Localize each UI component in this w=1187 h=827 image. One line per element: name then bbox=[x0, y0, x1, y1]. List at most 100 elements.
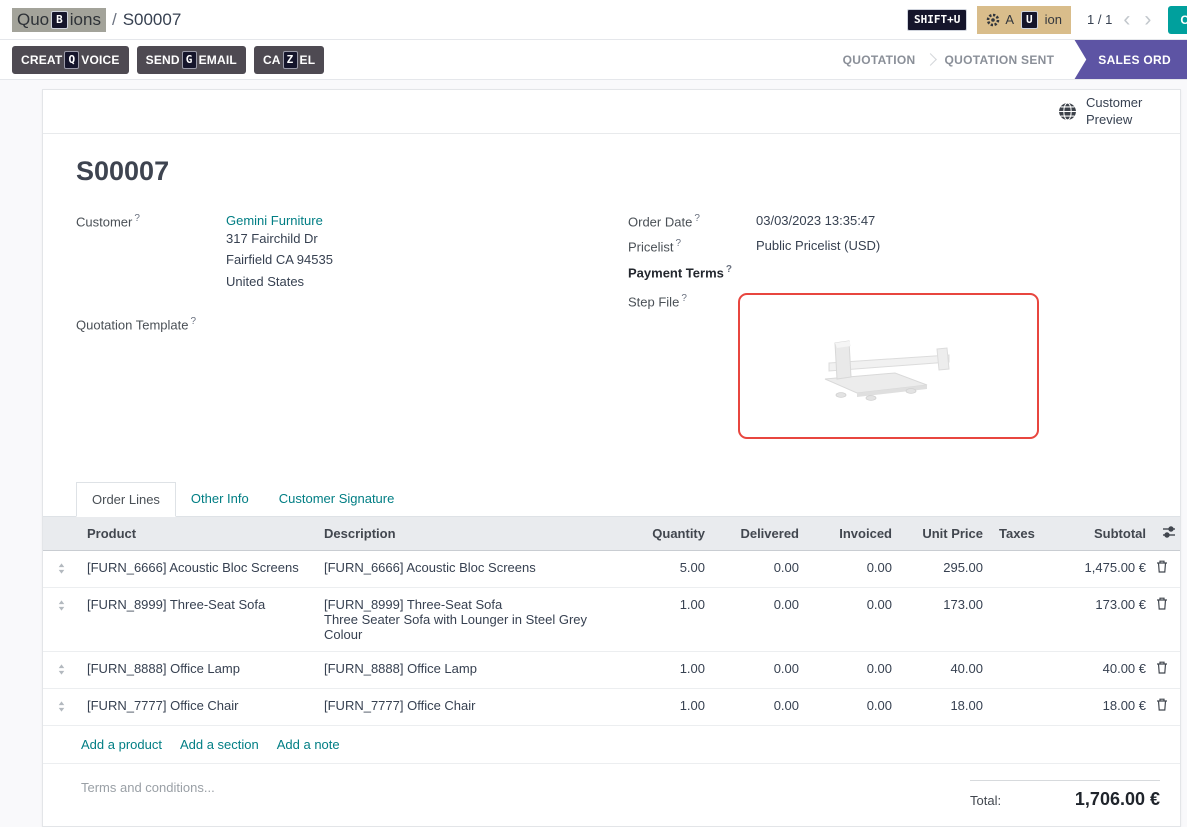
product-cell[interactable]: [FURN_7777] Office Chair bbox=[79, 688, 316, 725]
quantity-cell[interactable]: 1.00 bbox=[621, 651, 713, 688]
tab-customer-signature[interactable]: Customer Signature bbox=[264, 482, 410, 516]
notebook-tabs: Order Lines Other Info Customer Signatur… bbox=[43, 482, 1180, 517]
delivered-cell[interactable]: 0.00 bbox=[713, 651, 807, 688]
tab-order-lines[interactable]: Order Lines bbox=[76, 482, 176, 517]
order-date-label: Order Date? bbox=[628, 213, 756, 229]
product-cell[interactable]: [FURN_8999] Three-Seat Sofa bbox=[79, 587, 316, 651]
invoiced-cell[interactable]: 0.00 bbox=[807, 587, 900, 651]
invoiced-cell[interactable]: 0.00 bbox=[807, 688, 900, 725]
key-hint-q-badge: Q bbox=[64, 51, 79, 69]
gear-icon bbox=[986, 13, 1000, 27]
status-bar: QUOTATION QUOTATION SENT SALES ORD bbox=[833, 40, 1187, 79]
order-line-row: [FURN_7777] Office Chair [FURN_7777] Off… bbox=[43, 688, 1181, 725]
customer-preview-link[interactable]: Customer Preview bbox=[1058, 95, 1158, 129]
description-column-header: Description bbox=[316, 517, 621, 551]
payment-terms-input[interactable] bbox=[756, 264, 876, 280]
unit-price-column-header: Unit Price bbox=[900, 517, 991, 551]
optional-columns-icon[interactable] bbox=[1154, 517, 1181, 551]
quantity-cell[interactable]: 1.00 bbox=[621, 587, 713, 651]
taxes-cell[interactable] bbox=[991, 688, 1041, 725]
status-stage-quotation[interactable]: QUOTATION bbox=[833, 53, 926, 67]
tab-other-info[interactable]: Other Info bbox=[176, 482, 264, 516]
description-cell[interactable]: [FURN_8888] Office Lamp bbox=[316, 651, 621, 688]
delete-row-icon[interactable] bbox=[1154, 688, 1181, 725]
create-invoice-label-post: VOICE bbox=[81, 53, 119, 67]
quantity-cell[interactable]: 5.00 bbox=[621, 550, 713, 587]
description-cell[interactable]: [FURN_8999] Three-Seat Sofa Three Seater… bbox=[316, 587, 621, 651]
order-date-field-row: Order Date? 03/03/2023 13:35:47 bbox=[628, 213, 1147, 229]
action-menu-button[interactable]: AUion bbox=[977, 6, 1071, 34]
quotation-template-label-text: Quotation Template bbox=[76, 318, 189, 333]
cancel-label-pre: CA bbox=[263, 53, 281, 67]
delete-row-icon[interactable] bbox=[1154, 587, 1181, 651]
customer-label: Customer? bbox=[76, 213, 226, 292]
taxes-column-header: Taxes bbox=[991, 517, 1041, 551]
delivered-cell[interactable]: 0.00 bbox=[713, 550, 807, 587]
drag-handle-icon[interactable] bbox=[43, 550, 79, 587]
delete-row-icon[interactable] bbox=[1154, 550, 1181, 587]
unit-price-cell[interactable]: 18.00 bbox=[900, 688, 991, 725]
breadcrumb-separator: / bbox=[112, 10, 117, 30]
pricelist-input[interactable]: Public Pricelist (USD) bbox=[756, 238, 880, 254]
sheet-body: S00007 Customer? Gemini Furniture 317 Fa… bbox=[43, 156, 1180, 448]
subtotal-cell: 1,475.00 € bbox=[1041, 550, 1154, 587]
unit-price-cell[interactable]: 173.00 bbox=[900, 587, 991, 651]
quantity-column-header: Quantity bbox=[621, 517, 713, 551]
product-column-header: Product bbox=[79, 517, 316, 551]
taxes-cell[interactable] bbox=[991, 587, 1041, 651]
drag-handle-icon[interactable] bbox=[43, 651, 79, 688]
add-a-note-link[interactable]: Add a note bbox=[277, 737, 340, 752]
pricelist-field-row: Pricelist? Public Pricelist (USD) bbox=[628, 238, 1147, 254]
taxes-cell[interactable] bbox=[991, 651, 1041, 688]
invoiced-cell[interactable]: 0.00 bbox=[807, 651, 900, 688]
breadcrumb-quotations-link[interactable]: QuoBions bbox=[12, 8, 106, 32]
drag-handle-icon[interactable] bbox=[43, 587, 79, 651]
unit-price-cell[interactable]: 295.00 bbox=[900, 550, 991, 587]
quotation-template-input[interactable] bbox=[226, 316, 386, 332]
add-a-product-link[interactable]: Add a product bbox=[81, 737, 162, 752]
subtotal-column-header: Subtotal bbox=[1041, 517, 1154, 551]
unit-price-cell[interactable]: 40.00 bbox=[900, 651, 991, 688]
create-button[interactable]: C bbox=[1168, 6, 1187, 34]
customer-address-line3: United States bbox=[226, 271, 333, 292]
delete-row-icon[interactable] bbox=[1154, 651, 1181, 688]
taxes-cell[interactable] bbox=[991, 550, 1041, 587]
product-cell[interactable]: [FURN_6666] Acoustic Bloc Screens bbox=[79, 550, 316, 587]
action-label-pre: A bbox=[1005, 12, 1014, 27]
terms-and-conditions-input[interactable]: Terms and conditions... bbox=[81, 780, 215, 810]
payment-terms-help-icon: ? bbox=[726, 264, 732, 275]
step-file-field-row: Step File? bbox=[628, 293, 1147, 439]
cancel-button[interactable]: CAZEL bbox=[254, 46, 324, 74]
status-stage-sales-order-active[interactable]: SALES ORD bbox=[1074, 40, 1187, 80]
step-file-image-widget[interactable] bbox=[738, 293, 1039, 439]
status-stage-quotation-sent[interactable]: QUOTATION SENT bbox=[935, 53, 1065, 67]
pricelist-label-text: Pricelist bbox=[628, 240, 674, 255]
step-file-preview-image bbox=[799, 320, 979, 412]
step-file-label-text: Step File bbox=[628, 294, 679, 309]
step-file-help-icon: ? bbox=[681, 293, 687, 304]
product-cell[interactable]: [FURN_8888] Office Lamp bbox=[79, 651, 316, 688]
delivered-cell[interactable]: 0.00 bbox=[713, 688, 807, 725]
pager-next-button[interactable]: › bbox=[1141, 9, 1154, 30]
invoiced-cell[interactable]: 0.00 bbox=[807, 550, 900, 587]
add-a-section-link[interactable]: Add a section bbox=[180, 737, 259, 752]
quantity-cell[interactable]: 1.00 bbox=[621, 688, 713, 725]
description-cell[interactable]: [FURN_6666] Acoustic Bloc Screens bbox=[316, 550, 621, 587]
table-header-row: Product Description Quantity Delivered I… bbox=[43, 517, 1181, 551]
send-email-button[interactable]: SENDGEMAIL bbox=[137, 46, 246, 74]
drag-handle-icon[interactable] bbox=[43, 688, 79, 725]
quotation-template-help-icon: ? bbox=[191, 316, 197, 327]
pager-previous-button[interactable]: ‹ bbox=[1120, 9, 1133, 30]
send-email-label-post: EMAIL bbox=[199, 53, 237, 67]
cancel-label-post: EL bbox=[300, 53, 316, 67]
order-date-input[interactable]: 03/03/2023 13:35:47 bbox=[756, 213, 875, 229]
total-value: 1,706.00 € bbox=[1075, 789, 1160, 810]
breadcrumb-quotations-text-post: ions bbox=[70, 10, 101, 29]
create-invoice-button[interactable]: CREATQVOICE bbox=[12, 46, 129, 74]
customer-link[interactable]: Gemini Furniture bbox=[226, 213, 323, 228]
delivered-cell[interactable]: 0.00 bbox=[713, 587, 807, 651]
breadcrumb-record-name: S00007 bbox=[123, 10, 182, 30]
order-line-row: [FURN_8888] Office Lamp [FURN_8888] Offi… bbox=[43, 651, 1181, 688]
topbar-right-controls: SHIFT+U AUion 1 / 1 ‹ › C bbox=[905, 6, 1187, 34]
description-cell[interactable]: [FURN_7777] Office Chair bbox=[316, 688, 621, 725]
